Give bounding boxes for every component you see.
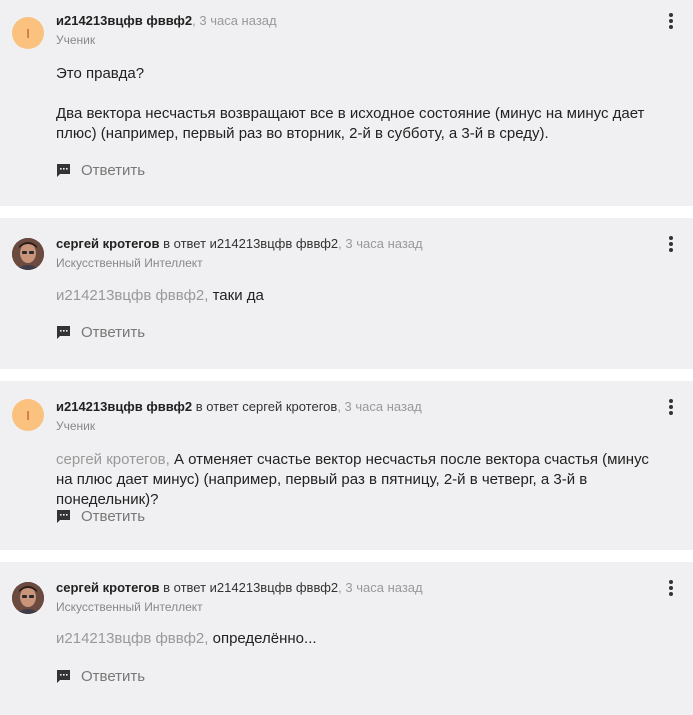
reply-to-name[interactable]: и214213вцфв фввф2: [210, 580, 339, 595]
comment-feed: I и214213вцфв фввф2, 3 часа назад Ученик…: [0, 0, 693, 715]
more-options-icon[interactable]: [669, 13, 673, 29]
reply-button[interactable]: Ответить: [56, 324, 145, 341]
more-options-icon[interactable]: [669, 399, 673, 415]
reply-to-name[interactable]: сергей кротегов: [242, 399, 337, 414]
comment-text: и214213вцфв фввф2, таки да: [56, 286, 663, 306]
comment-header: сергей кротегов в ответ и214213вцфв фввф…: [56, 580, 653, 614]
author-name[interactable]: сергей кротегов: [56, 580, 160, 595]
mention[interactable]: и214213вцфв фввф2,: [56, 630, 208, 647]
reply-to-name[interactable]: и214213вцфв фввф2: [210, 236, 339, 251]
user-photo-icon: [12, 582, 44, 614]
reply-label: Ответить: [81, 162, 146, 179]
comment-body: таки да: [208, 287, 264, 304]
author-role: Искусственный Интеллект: [56, 256, 203, 270]
reply-button[interactable]: Ответить: [56, 162, 145, 179]
author-role: Ученик: [56, 419, 96, 433]
reply-prefix: в ответ: [159, 580, 210, 595]
avatar[interactable]: I: [12, 399, 44, 431]
comment: сергей кротегов в ответ и214213вцфв фввф…: [0, 218, 693, 369]
comment-header: сергей кротегов в ответ и214213вцфв фввф…: [56, 236, 653, 270]
comment-icon: [57, 326, 70, 339]
user-photo-icon: [12, 238, 44, 270]
more-options-icon[interactable]: [669, 236, 673, 252]
author-name[interactable]: и214213вцфв фввф2: [56, 399, 192, 414]
comment: сергей кротегов в ответ и214213вцфв фввф…: [0, 562, 693, 715]
timestamp: , 3 часа назад: [192, 13, 277, 28]
comment-paragraph: Два вектора несчастья возвращают все в и…: [56, 105, 645, 142]
comment-header: и214213вцфв фввф2 в ответ сергей кротего…: [56, 399, 653, 433]
comment-icon: [57, 510, 70, 523]
reply-label: Ответить: [81, 508, 146, 525]
more-options-icon[interactable]: [669, 580, 673, 596]
avatar[interactable]: [12, 238, 44, 270]
reply-prefix: в ответ: [159, 236, 210, 251]
author-role: Ученик: [56, 33, 96, 47]
author-name[interactable]: сергей кротегов: [56, 236, 160, 251]
comment-text: и214213вцфв фввф2, определённо...: [56, 629, 663, 649]
comment-body: определённо...: [208, 630, 317, 647]
comment-icon: [57, 164, 70, 177]
comment-header: и214213вцфв фввф2, 3 часа назад Ученик: [56, 13, 653, 47]
reply-button[interactable]: Ответить: [56, 668, 145, 685]
comment-paragraph: Это правда?: [56, 65, 145, 82]
mention[interactable]: и214213вцфв фввф2,: [56, 287, 208, 304]
comment-text: сергей кротегов, А отменяет счастье вект…: [56, 450, 663, 510]
reply-button[interactable]: Ответить: [56, 508, 145, 525]
timestamp: , 3 часа назад: [337, 399, 422, 414]
author-name[interactable]: и214213вцфв фввф2: [56, 13, 192, 28]
avatar[interactable]: [12, 582, 44, 614]
avatar[interactable]: I: [12, 17, 44, 49]
comment-icon: [57, 670, 70, 683]
reply-label: Ответить: [81, 324, 146, 341]
comment-text: Это правда? Два вектора несчастья возвра…: [56, 64, 663, 144]
mention[interactable]: сергей кротегов,: [56, 451, 170, 468]
timestamp: , 3 часа назад: [338, 580, 423, 595]
author-role: Искусственный Интеллект: [56, 600, 203, 614]
reply-label: Ответить: [81, 668, 146, 685]
reply-prefix: в ответ: [192, 399, 243, 414]
comment: I и214213вцфв фввф2, 3 часа назад Ученик…: [0, 0, 693, 206]
timestamp: , 3 часа назад: [338, 236, 423, 251]
comment: I и214213вцфв фввф2 в ответ сергей кроте…: [0, 381, 693, 550]
